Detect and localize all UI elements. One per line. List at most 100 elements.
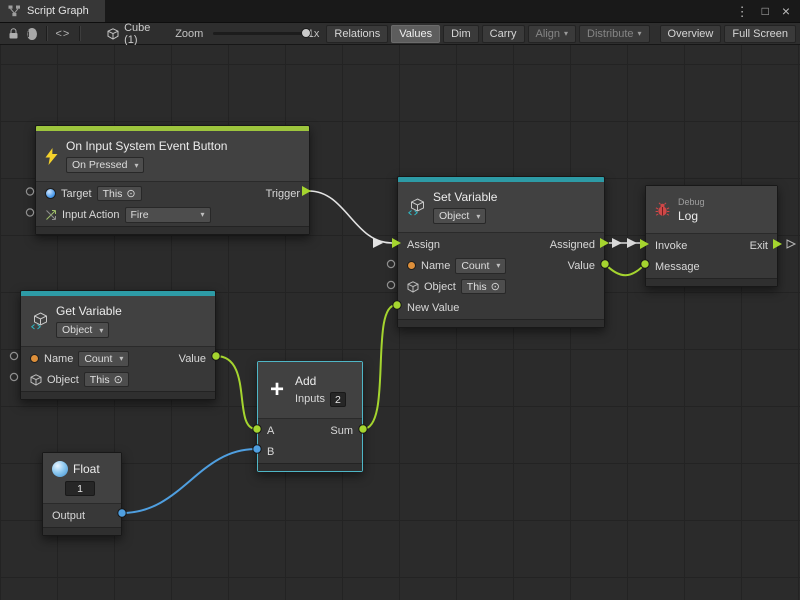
zoom-slider[interactable] <box>213 32 301 35</box>
variable-name-dropdown[interactable]: Count <box>78 351 129 367</box>
exit-dangling-arrow-icon <box>787 240 795 248</box>
output-label: Output <box>52 510 85 522</box>
object-this-label: This <box>467 281 487 293</box>
node-footer <box>398 319 604 327</box>
set-name-port[interactable] <box>387 260 394 267</box>
node-float[interactable]: Float 1 Output <box>42 452 122 536</box>
assigned-label: Assigned <box>550 239 595 251</box>
new-value-row: New Value <box>398 297 604 318</box>
node-title: Log <box>678 209 698 223</box>
info-icon[interactable] <box>27 28 37 40</box>
values-button[interactable]: Values <box>391 25 440 43</box>
node-title: On Input System Event Button <box>66 139 227 153</box>
target-picker-icon <box>126 187 135 200</box>
target-picker-icon <box>491 280 500 293</box>
input-action-dropdown[interactable]: Fire <box>125 207 211 223</box>
object-this-chip[interactable]: This <box>461 279 506 294</box>
event-action-port[interactable] <box>26 209 33 216</box>
wire-float-b[interactable] <box>122 449 256 513</box>
wire-getvalue-a[interactable] <box>216 356 256 429</box>
set-object-port[interactable] <box>387 281 394 288</box>
value-label: Value <box>568 260 595 272</box>
node-title: Get Variable <box>56 304 122 318</box>
node-set-variable[interactable]: Set Variable Object Assign Assigned Name… <box>397 176 605 328</box>
variable-cube-icon <box>407 198 425 216</box>
object-this-chip[interactable]: This <box>84 372 129 387</box>
carry-button[interactable]: Carry <box>482 25 525 43</box>
code-view-icon[interactable] <box>55 28 70 40</box>
event-mode-dropdown[interactable]: On Pressed <box>66 157 144 173</box>
wire-arrow-icon <box>612 238 622 248</box>
name-row: Name Count Value <box>398 255 604 276</box>
cube-icon <box>107 28 119 40</box>
inputs-label: Inputs <box>295 393 325 405</box>
graph-target[interactable]: Cube (1) <box>107 22 155 46</box>
a-label: A <box>267 425 274 437</box>
node-add[interactable]: Add Inputs 2 A Sum B <box>257 361 363 472</box>
new-value-label: New Value <box>407 302 459 314</box>
target-label: Target <box>61 188 92 200</box>
target-this-chip[interactable]: This <box>97 186 142 201</box>
node-on-input-system-event-button[interactable]: On Input System Event Button On Pressed … <box>35 125 310 235</box>
distribute-button[interactable]: Distribute <box>579 25 649 43</box>
wire-trigger-assign[interactable] <box>309 191 392 243</box>
wire-value-message[interactable] <box>605 264 645 275</box>
object-label: Object <box>424 281 456 293</box>
kebab-menu-icon[interactable] <box>736 5 749 18</box>
node-footer <box>43 527 121 535</box>
input-action-row: Input Action Fire <box>36 204 309 225</box>
sum-label: Sum <box>330 425 353 437</box>
node-header: Float 1 <box>43 453 121 504</box>
dim-button[interactable]: Dim <box>443 25 479 43</box>
message-row: Message <box>646 256 777 277</box>
graph-icon <box>8 5 21 17</box>
plus-icon <box>267 378 287 402</box>
align-button[interactable]: Align <box>528 25 576 43</box>
node-footer <box>36 226 309 234</box>
node-debug-log[interactable]: Debug Log Invoke Exit Message <box>645 185 778 287</box>
name-row: Name Count Value <box>21 348 215 369</box>
node-header: Add Inputs 2 <box>258 362 362 419</box>
wire-sum-newvalue[interactable] <box>363 305 396 429</box>
toolbar-buttons: Relations Values Dim Carry Align Distrib… <box>323 25 796 43</box>
zoom-label: Zoom <box>175 28 203 40</box>
window-controls <box>736 0 800 22</box>
lock-icon[interactable] <box>8 27 19 40</box>
player-input-type-icon <box>45 188 56 199</box>
variable-cube-icon <box>30 312 48 330</box>
name-label: Name <box>421 260 450 272</box>
node-title: Float <box>73 462 100 476</box>
node-category: Debug <box>678 197 705 207</box>
inputs-count-field[interactable]: 2 <box>330 392 346 407</box>
toolbar-separator <box>46 26 47 41</box>
relations-button[interactable]: Relations <box>326 25 388 43</box>
message-label: Message <box>655 261 700 273</box>
get-object-port[interactable] <box>10 373 17 380</box>
graph-canvas[interactable]: On Input System Event Button On Pressed … <box>0 45 800 600</box>
lightning-icon <box>45 148 58 165</box>
node-header: Get Variable Object <box>21 296 215 347</box>
variable-scope-dropdown[interactable]: Object <box>56 322 109 338</box>
invoke-label: Invoke <box>655 240 687 252</box>
overview-button[interactable]: Overview <box>660 25 722 43</box>
get-name-port[interactable] <box>10 352 17 359</box>
close-icon[interactable] <box>782 4 790 18</box>
node-title: Add <box>295 374 316 388</box>
event-target-port[interactable] <box>26 188 33 195</box>
float-type-icon <box>52 461 68 477</box>
node-get-variable[interactable]: Get Variable Object Name Count Value Obj… <box>20 290 216 400</box>
trigger-label: Trigger <box>266 188 300 200</box>
node-footer <box>646 278 777 286</box>
wire-arrow-icon <box>627 238 637 248</box>
object-row: Object This <box>21 369 215 390</box>
node-footer <box>21 391 215 399</box>
invoke-row: Invoke Exit <box>646 235 777 256</box>
value-label: Value <box>179 353 206 365</box>
float-value-field[interactable]: 1 <box>65 481 95 496</box>
assign-label: Assign <box>407 239 440 251</box>
tab-script-graph[interactable]: Script Graph <box>0 0 105 22</box>
variable-name-dropdown[interactable]: Count <box>455 258 506 274</box>
variable-scope-dropdown[interactable]: Object <box>433 208 486 224</box>
fullscreen-button[interactable]: Full Screen <box>724 25 796 43</box>
maximize-icon[interactable] <box>762 5 769 17</box>
